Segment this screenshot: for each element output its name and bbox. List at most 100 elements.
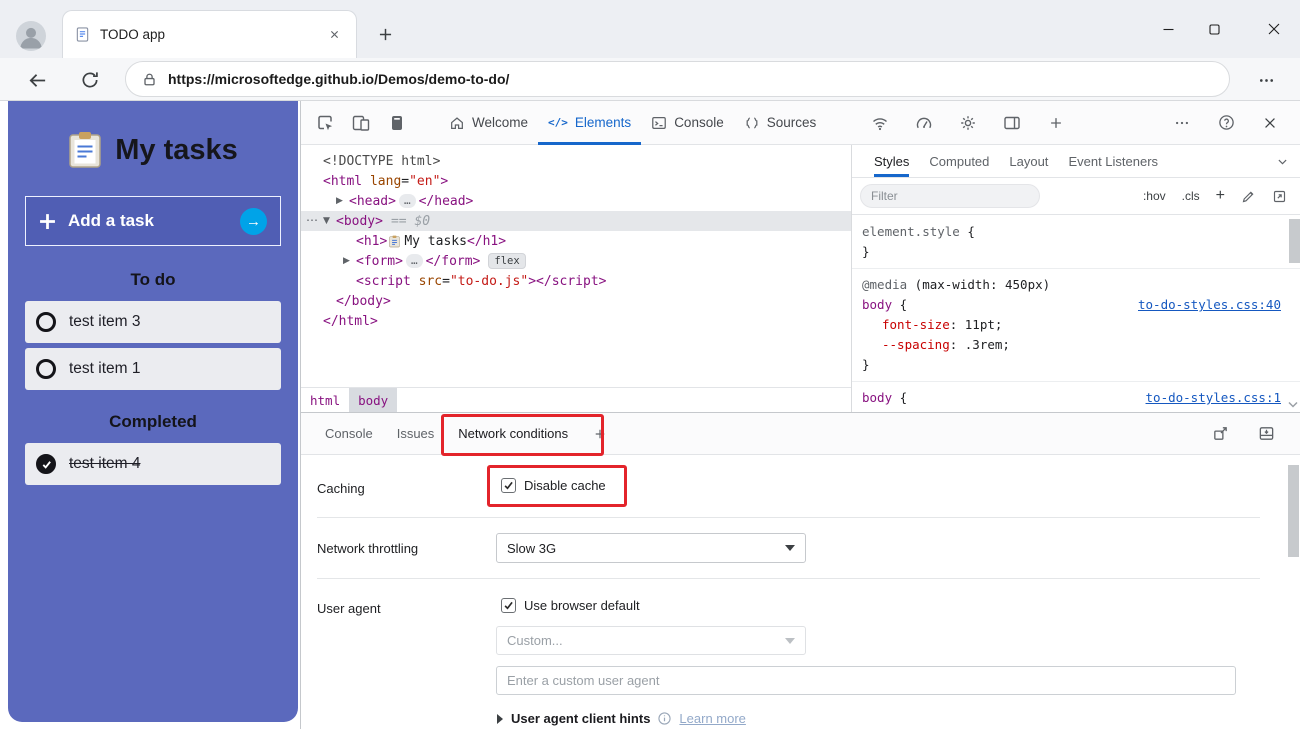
open-resource-icon[interactable] [1272, 189, 1287, 204]
inspect-element-icon[interactable] [311, 109, 339, 137]
scroll-down-arrow-icon[interactable] [1288, 401, 1298, 409]
collapse-arrow-icon[interactable]: ▼ [323, 216, 336, 226]
task-checkbox-checked[interactable] [36, 454, 56, 474]
more-options-icon[interactable] [1168, 109, 1196, 137]
task-checkbox[interactable] [36, 359, 56, 379]
chevron-down-icon[interactable] [1276, 145, 1289, 177]
address-bar[interactable]: https://microsoftedge.github.io/Demos/de… [125, 61, 1230, 97]
browser-menu-icon[interactable] [1254, 68, 1278, 92]
scrollbar-thumb[interactable] [1288, 465, 1299, 557]
flex-badge[interactable]: flex [488, 253, 525, 269]
focus-page-icon[interactable] [383, 109, 411, 137]
expand-arrow-icon[interactable]: ▶ [336, 196, 349, 206]
add-tools-icon[interactable] [1042, 109, 1070, 137]
stylesheet-link[interactable]: to-do-styles.css:40 [1138, 295, 1281, 315]
style-rule-line[interactable]: element.style { [852, 222, 1300, 242]
custom-user-agent-select[interactable]: Custom... [496, 626, 806, 655]
profile-avatar[interactable] [16, 21, 46, 51]
minimize-button[interactable] [1154, 17, 1182, 41]
performance-gauge-icon[interactable] [910, 109, 938, 137]
back-button[interactable] [24, 67, 50, 93]
expand-in-line-button[interactable]: … [406, 254, 423, 268]
tab-title: TODO app [100, 27, 324, 42]
styles-rules: element.style { } @media (max-width: 450… [852, 215, 1300, 408]
style-rule-line[interactable]: } [852, 242, 1300, 262]
dom-row-html-close[interactable]: </html> [301, 311, 851, 331]
disable-cache-label: Disable cache [524, 478, 606, 493]
tab-layout[interactable]: Layout [1009, 145, 1048, 177]
refresh-button[interactable] [77, 67, 103, 93]
tab-sources[interactable]: Sources [734, 101, 827, 145]
tab-event-listeners[interactable]: Event Listeners [1068, 145, 1158, 177]
tab-computed[interactable]: Computed [929, 145, 989, 177]
learn-more-link[interactable]: Learn more [679, 711, 745, 726]
dom-row-script[interactable]: <script src="to-do.js"></script> [301, 271, 851, 291]
add-drawer-tab-icon[interactable] [586, 420, 614, 448]
dock-side-icon[interactable] [998, 109, 1026, 137]
dom-row-form[interactable]: ▶<form>…</form>flex [301, 251, 851, 271]
task-item[interactable]: test item 3 [25, 301, 281, 343]
dock-to-bottom-icon[interactable] [1252, 420, 1280, 448]
plus-icon [39, 213, 56, 230]
network-throttling-select[interactable]: Slow 3G [496, 533, 806, 563]
dom-row-h1[interactable]: <h1>My tasks</h1> [301, 231, 851, 251]
media-query-line[interactable]: @media (max-width: 450px) [852, 275, 1300, 295]
maximize-button[interactable] [1200, 17, 1228, 41]
console-icon [651, 115, 667, 131]
add-task-bar[interactable]: Add a task → [25, 196, 281, 246]
task-item-completed[interactable]: test item 4 [25, 443, 281, 485]
new-style-rule-button[interactable]: + [1216, 187, 1225, 205]
task-item[interactable]: test item 1 [25, 348, 281, 390]
dom-row-body-close[interactable]: </body> [301, 291, 851, 311]
dom-row-doctype[interactable]: <!DOCTYPE html> [301, 151, 851, 171]
drawer-tab-network-conditions[interactable]: Network conditions [446, 413, 580, 455]
use-browser-default-checkbox[interactable] [501, 598, 516, 613]
use-browser-default-setting[interactable]: Use browser default [501, 598, 640, 613]
expand-inline-button[interactable]: … [399, 194, 416, 208]
style-rule-line[interactable]: } [852, 355, 1300, 375]
drawer-tab-issues[interactable]: Issues [385, 413, 447, 455]
custom-user-agent-input[interactable] [496, 666, 1236, 695]
style-rule-line[interactable]: body { to-do-styles.css:1 [852, 388, 1300, 408]
code-token: </h1> [467, 234, 506, 249]
breadcrumb-html[interactable]: html [301, 388, 349, 413]
tab-welcome[interactable]: Welcome [439, 101, 538, 145]
css-property-value: : 11pt; [950, 315, 1003, 335]
browser-tab[interactable]: TODO app [62, 10, 357, 58]
submit-task-button[interactable]: → [240, 208, 267, 235]
code-token: = [442, 274, 450, 289]
tab-styles[interactable]: Styles [874, 145, 909, 177]
hov-toggle-button[interactable]: :hov [1143, 189, 1166, 203]
expand-arrow-icon[interactable]: ▶ [343, 256, 356, 266]
tab-close-icon[interactable] [324, 25, 344, 45]
font-editor-icon[interactable] [1241, 189, 1256, 204]
style-rule-line[interactable]: body { to-do-styles.css:40 [852, 295, 1300, 315]
task-checkbox[interactable] [36, 312, 56, 332]
network-conditions-wifi-icon[interactable] [866, 109, 894, 137]
disable-cache-setting[interactable]: Disable cache [501, 478, 606, 493]
dom-row-html-open[interactable]: <html lang="en"> [301, 171, 851, 191]
dom-row-body-selected[interactable]: ⋯ ▼<body>== $0 [301, 211, 851, 231]
expand-drawer-icon[interactable] [1206, 420, 1234, 448]
breadcrumb-body[interactable]: body [349, 388, 397, 413]
css-property-line[interactable]: --spacing: .3rem; [852, 335, 1300, 355]
new-tab-button[interactable] [372, 21, 398, 47]
stylesheet-link[interactable]: to-do-styles.css:1 [1146, 388, 1281, 408]
settings-gear-icon[interactable] [954, 109, 982, 137]
scrollbar-thumb[interactable] [1289, 219, 1300, 263]
drawer-tab-console[interactable]: Console [313, 413, 385, 455]
styles-filter-input[interactable] [860, 184, 1040, 208]
tab-elements[interactable]: </> Elements [538, 101, 641, 145]
close-devtools-icon[interactable] [1256, 109, 1284, 137]
css-property-line[interactable]: font-size: 11pt; [852, 315, 1300, 335]
close-button[interactable] [1260, 17, 1288, 41]
disclosure-triangle-icon[interactable] [497, 714, 503, 724]
disable-cache-checkbox[interactable] [501, 478, 516, 493]
dom-row-head[interactable]: ▶<head>…</head> [301, 191, 851, 211]
tab-console[interactable]: Console [641, 101, 734, 145]
plus-icon [379, 28, 392, 41]
node-menu-icon[interactable]: ⋯ [306, 213, 317, 227]
device-toolbar-icon[interactable] [347, 109, 375, 137]
help-icon[interactable] [1212, 109, 1240, 137]
cls-toggle-button[interactable]: .cls [1182, 189, 1200, 203]
